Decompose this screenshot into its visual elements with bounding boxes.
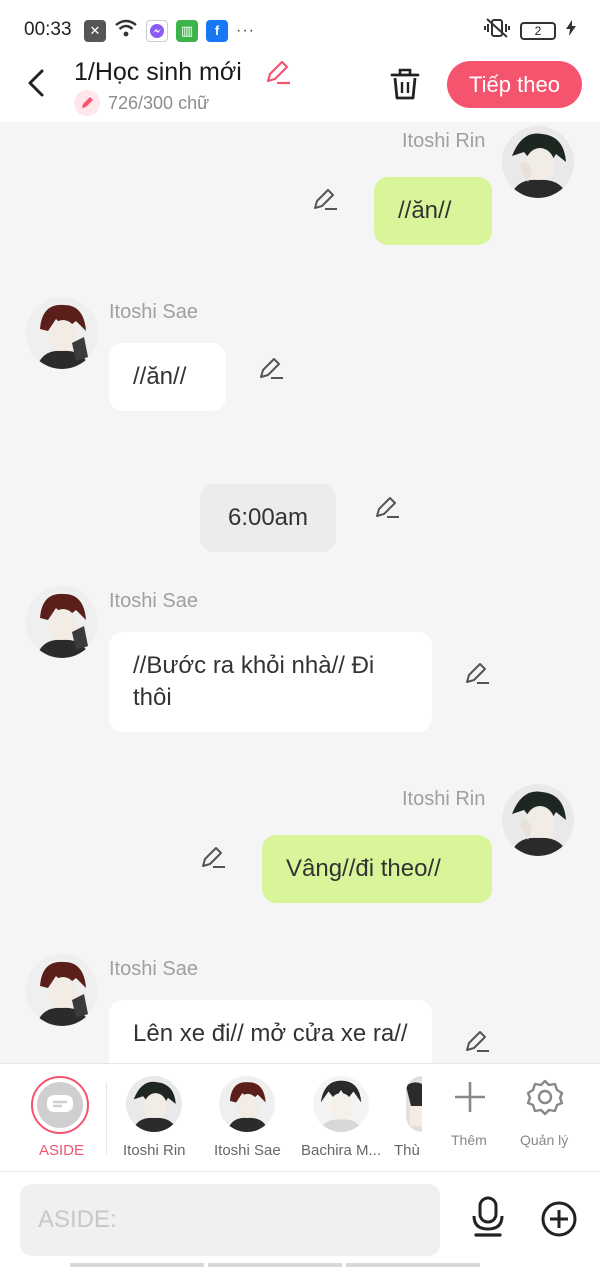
- facebook-icon: f: [206, 19, 228, 42]
- character-label: Thù: [394, 1142, 420, 1159]
- close-box-icon: ✕: [84, 19, 106, 42]
- character-itoshi-sae[interactable]: [219, 1076, 275, 1132]
- aside-character[interactable]: [31, 1076, 89, 1134]
- battery-indicator: 2: [520, 21, 556, 40]
- back-arrow-icon[interactable]: [22, 66, 52, 100]
- manage-label[interactable]: Quản lý: [520, 1132, 568, 1148]
- input-bar: [0, 1171, 600, 1267]
- time-marker[interactable]: 6:00am: [200, 484, 336, 552]
- next-button[interactable]: Tiếp theo: [447, 61, 582, 108]
- word-count: 726/300 chữ: [74, 90, 209, 116]
- messenger-icon: [146, 19, 168, 42]
- message-bubble[interactable]: Vâng//đi theo//: [262, 835, 492, 903]
- charging-icon: [566, 20, 576, 41]
- edit-message-icon[interactable]: [463, 1028, 491, 1056]
- character-bachira[interactable]: [313, 1076, 369, 1132]
- chat-area[interactable]: Itoshi Rin //ăn// Itoshi Sae //ăn// 6:00…: [0, 122, 600, 1063]
- character-label: Bachira M...: [301, 1142, 382, 1159]
- avatar-itoshi-rin[interactable]: [502, 126, 574, 198]
- message-bubble[interactable]: //ăn//: [374, 177, 492, 245]
- avatar-itoshi-sae[interactable]: [26, 297, 98, 369]
- message-input[interactable]: [20, 1184, 440, 1256]
- speaker-name: Itoshi Rin: [402, 788, 486, 810]
- more-icon: ···: [236, 21, 255, 39]
- add-icon[interactable]: [453, 1080, 487, 1114]
- character-partial[interactable]: [406, 1076, 422, 1132]
- system-icons: 2: [484, 18, 576, 43]
- character-itoshi-rin[interactable]: [126, 1076, 182, 1132]
- character-label: Itoshi Sae: [214, 1142, 281, 1159]
- notification-icons: ✕ ▥ f ···: [84, 18, 255, 43]
- speaker-name: Itoshi Sae: [109, 301, 198, 323]
- speaker-name: Itoshi Sae: [109, 958, 198, 980]
- pencil-icon: [74, 90, 100, 116]
- edit-message-icon[interactable]: [257, 355, 285, 383]
- plus-circle-icon[interactable]: [540, 1200, 578, 1238]
- status-time: 00:33: [24, 19, 72, 40]
- edit-message-icon[interactable]: [373, 494, 401, 522]
- message-bubble[interactable]: //Bước ra khỏi nhà// Đi thôi: [109, 632, 432, 732]
- avatar-itoshi-rin[interactable]: [502, 784, 574, 856]
- word-count-text: 726/300 chữ: [108, 92, 210, 113]
- shop-icon: ▥: [176, 19, 198, 42]
- nav-handle: [70, 1263, 480, 1267]
- status-bar: 00:33 ✕ ▥ f ··· 2: [0, 0, 600, 56]
- trash-icon[interactable]: [388, 66, 422, 102]
- character-label: Itoshi Rin: [123, 1142, 186, 1159]
- edit-title-icon[interactable]: [263, 58, 291, 86]
- aside-avatar: [37, 1082, 83, 1128]
- avatar-itoshi-sae[interactable]: [26, 586, 98, 658]
- page-title: 1/Học sinh mới: [74, 58, 242, 86]
- edit-message-icon[interactable]: [199, 844, 227, 872]
- chat-bubble-icon: [47, 1095, 73, 1112]
- character-label: ASIDE: [39, 1142, 85, 1159]
- gear-icon[interactable]: [526, 1078, 564, 1116]
- wifi-icon: [114, 18, 138, 43]
- vibrate-mute-icon: [484, 18, 510, 43]
- speaker-name: Itoshi Rin: [402, 130, 486, 152]
- edit-message-icon[interactable]: [463, 660, 491, 688]
- message-bubble[interactable]: Lên xe đi// mở cửa xe ra//: [109, 1000, 432, 1063]
- app-header: 1/Học sinh mới 726/300 chữ Tiếp theo: [0, 56, 600, 122]
- app-screen: 00:33 ✕ ▥ f ··· 2 1/Học sinh mới 726/300…: [0, 0, 600, 1267]
- microphone-icon[interactable]: [470, 1196, 508, 1238]
- divider: [106, 1082, 107, 1154]
- add-label[interactable]: Thêm: [451, 1132, 487, 1148]
- character-bar: ASIDE Itoshi Rin Itoshi Sae Bachira M...…: [0, 1063, 600, 1171]
- edit-message-icon[interactable]: [311, 186, 339, 214]
- message-bubble[interactable]: //ăn//: [109, 343, 226, 411]
- avatar-itoshi-sae[interactable]: [26, 954, 98, 1026]
- speaker-name: Itoshi Sae: [109, 590, 198, 612]
